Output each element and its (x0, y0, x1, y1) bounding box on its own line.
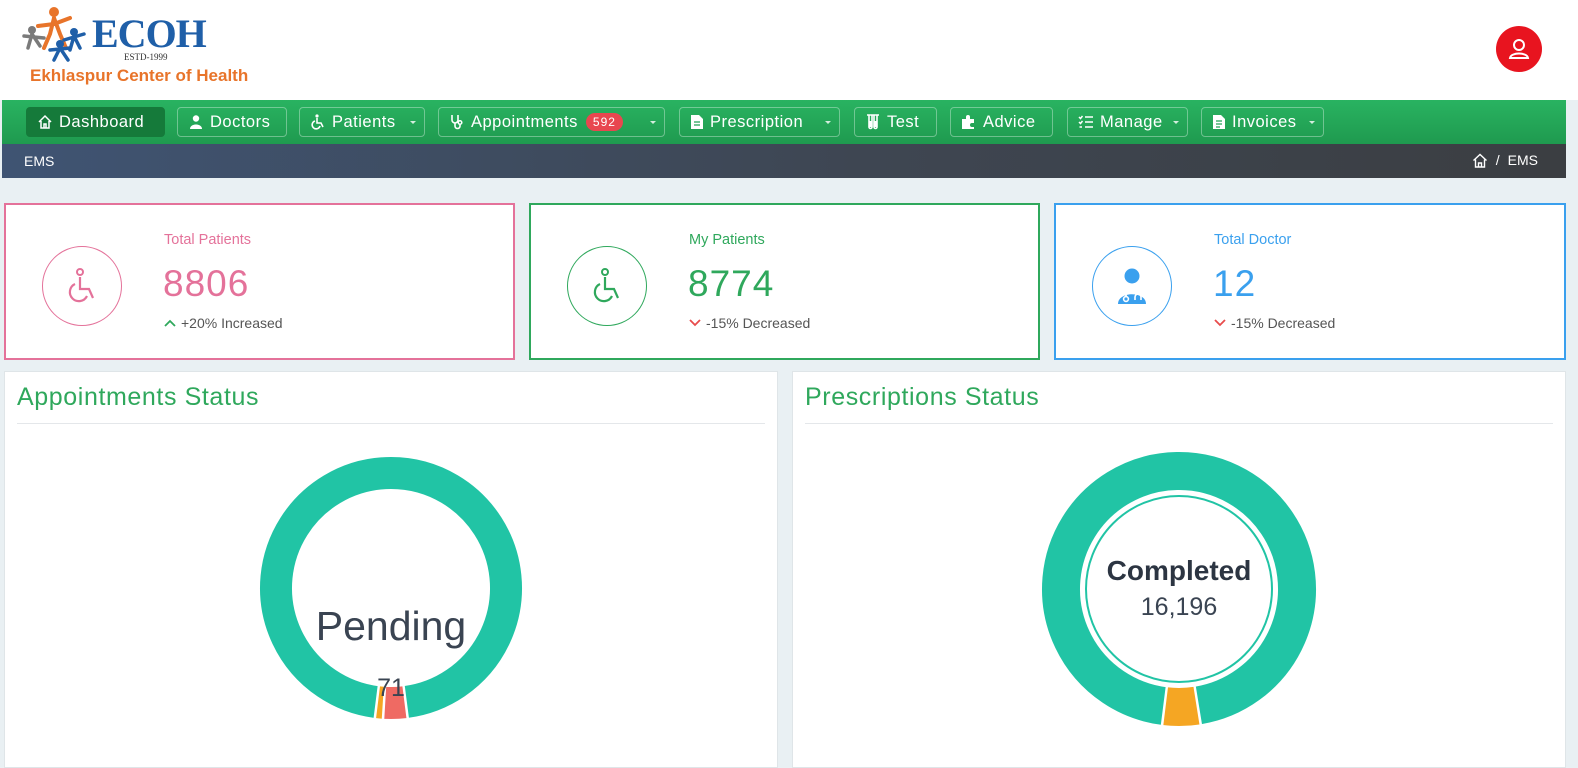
chevron-down-icon (825, 121, 831, 124)
appointments-status-panel: Appointments Status Pending 71 (4, 371, 778, 768)
breadcrumb: / EMS (1472, 152, 1538, 168)
nav-patients-label: Patients (332, 112, 396, 131)
nav-advice[interactable]: Advice (950, 107, 1053, 137)
stat-icon-circle (1092, 246, 1172, 326)
donut-center-value: 71 (377, 674, 405, 702)
chevron-down-icon (689, 319, 701, 327)
prescriptions-status-panel: Prescriptions Status Completed 16,196 (792, 371, 1566, 768)
nav-patients[interactable]: Patients (299, 107, 425, 137)
user-icon (1508, 39, 1530, 59)
stat-trend: +20% Increased (164, 315, 283, 331)
chevron-down-icon (1173, 121, 1179, 124)
panel-divider (805, 423, 1553, 424)
stat-trend-text: +20% Increased (181, 315, 283, 331)
breadcrumb-separator: / (1495, 152, 1500, 168)
nav-manage[interactable]: Manage (1067, 107, 1188, 137)
appointments-donut-chart: Pending 71 (258, 455, 524, 721)
nav-dashboard-label: Dashboard (59, 112, 145, 131)
main-nav: Dashboard Doctors Patients Appointments … (2, 100, 1566, 144)
nav-prescription[interactable]: Prescription (679, 107, 840, 137)
donut-center-value: 16,196 (1141, 593, 1217, 621)
stat-label: Total Doctor (1214, 232, 1292, 248)
stat-value: 8774 (688, 263, 775, 304)
panel-divider (17, 423, 765, 424)
nav-doctors[interactable]: Doctors (177, 107, 287, 137)
prescriptions-donut-chart: Completed 16,196 (1040, 450, 1319, 728)
stat-trend: -15% Decreased (1214, 315, 1335, 331)
doctor-icon (1118, 268, 1146, 304)
brand-subtitle: Ekhlaspur Center of Health (30, 66, 249, 85)
chevron-down-icon (650, 121, 656, 124)
stat-label: Total Patients (164, 232, 252, 248)
chevron-down-icon (410, 121, 416, 124)
nav-dashboard[interactable]: Dashboard (26, 107, 165, 137)
stat-card-total-patients: Total Patients 8806 +20% Increased (4, 203, 515, 360)
panel-title: Appointments Status (17, 383, 260, 411)
header: ECOH ESTD-1999 Ekhlaspur Center of Healt… (0, 0, 1578, 100)
nav-invoices-label: Invoices (1232, 112, 1297, 131)
stat-card-total-doctor: Total Doctor 12 -15% Decreased (1054, 203, 1566, 360)
puzzle-icon (962, 115, 974, 129)
breadcrumb-bar: EMS / EMS (2, 144, 1566, 178)
nav-advice-label: Advice (983, 112, 1036, 131)
stethoscope-icon (451, 115, 463, 130)
nav-doctors-label: Doctors (210, 112, 271, 131)
nav-invoices[interactable]: Invoices (1201, 107, 1324, 137)
nav-appointments-label: Appointments (471, 112, 578, 131)
page-title: EMS (24, 153, 55, 169)
stat-value: 8806 (163, 263, 250, 304)
stat-trend-text: -15% Decreased (706, 315, 811, 331)
nav-appointments[interactable]: Appointments 592 (438, 107, 665, 137)
list-check-icon (1078, 115, 1093, 128)
appointments-count-badge: 592 (585, 113, 623, 131)
document-icon (1213, 115, 1225, 129)
wheelchair-icon (593, 268, 620, 303)
stat-card-my-patients: My Patients 8774 -15% Decreased (529, 203, 1040, 360)
brand-estd: ESTD-1999 (124, 52, 168, 62)
stat-value: 12 (1213, 263, 1257, 304)
panel-title: Prescriptions Status (805, 383, 1040, 411)
stat-trend: -15% Decreased (689, 315, 810, 331)
nav-test-label: Test (887, 112, 920, 131)
chevron-down-icon (1214, 319, 1226, 327)
donut-slice[interactable] (1161, 684, 1202, 728)
user-md-icon (190, 115, 202, 129)
stat-label: My Patients (689, 232, 765, 248)
donut-inner-ring (1085, 495, 1273, 683)
donut-center-label: Pending (316, 603, 466, 649)
flask-icon (867, 114, 879, 130)
brand-name: ECOH (92, 11, 207, 56)
stat-icon-circle (42, 246, 122, 326)
home-icon (38, 114, 52, 129)
file-icon (691, 115, 703, 129)
home-icon[interactable] (1472, 153, 1488, 168)
stat-icon-circle (567, 246, 647, 326)
nav-manage-label: Manage (1100, 112, 1163, 131)
user-menu-button[interactable] (1496, 26, 1542, 72)
nav-prescription-label: Prescription (710, 112, 804, 131)
logo-icon (22, 7, 86, 62)
breadcrumb-current: EMS (1507, 152, 1538, 168)
wheelchair-icon (311, 114, 324, 130)
chevron-up-icon (164, 319, 176, 327)
wheelchair-icon (68, 268, 95, 303)
donut-center-label: Completed (1107, 555, 1252, 586)
logo[interactable]: ECOH ESTD-1999 Ekhlaspur Center of Healt… (20, 4, 290, 90)
stat-trend-text: -15% Decreased (1231, 315, 1336, 331)
nav-test[interactable]: Test (854, 107, 937, 137)
chevron-down-icon (1309, 121, 1315, 124)
donut-slice[interactable] (1040, 450, 1319, 728)
